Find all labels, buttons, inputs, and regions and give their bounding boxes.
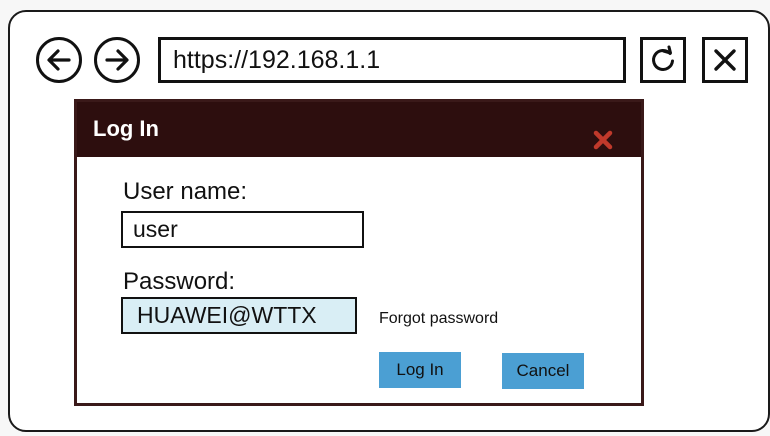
close-icon	[593, 130, 613, 150]
refresh-icon	[652, 45, 674, 71]
arrow-right-icon	[105, 49, 129, 71]
url-text: https://192.168.1.1	[173, 45, 381, 74]
address-bar[interactable]: https://192.168.1.1	[158, 37, 626, 83]
refresh-button[interactable]	[640, 37, 686, 83]
login-button-label: Log In	[396, 360, 444, 379]
username-value: user	[133, 216, 178, 242]
password-field[interactable]: HUAWEI@WTTX	[121, 297, 357, 334]
forgot-password-link[interactable]: Forgot password	[379, 310, 498, 328]
dialog-close-button[interactable]	[589, 126, 617, 154]
username-label: User name:	[123, 178, 248, 205]
username-field[interactable]: user	[121, 211, 364, 248]
password-label: Password:	[123, 268, 236, 295]
password-value: HUAWEI@WTTX	[137, 302, 317, 328]
cancel-button[interactable]: Cancel	[502, 353, 584, 389]
arrow-left-icon	[47, 49, 71, 71]
login-dialog: Log In User name: user Password: HUAWEI@…	[74, 99, 644, 406]
close-icon	[714, 49, 736, 71]
back-button[interactable]	[36, 37, 82, 83]
forward-button[interactable]	[94, 37, 140, 83]
dialog-title: Log In	[93, 116, 159, 141]
dialog-titlebar: Log In	[77, 102, 641, 157]
login-button[interactable]: Log In	[379, 352, 461, 388]
cancel-button-label: Cancel	[516, 361, 570, 380]
close-button[interactable]	[702, 37, 748, 83]
